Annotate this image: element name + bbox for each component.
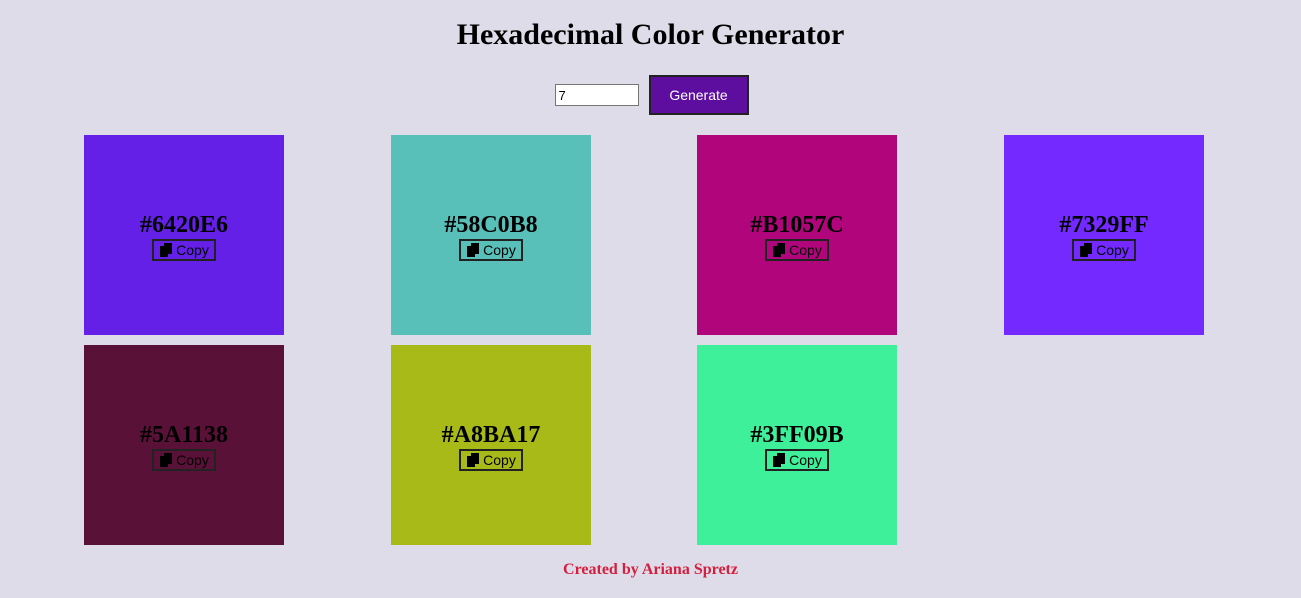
copy-icon [773, 242, 786, 257]
page-title: Hexadecimal Color Generator [456, 18, 845, 51]
copy-button[interactable]: Copy [1072, 238, 1136, 261]
color-count-input[interactable] [554, 84, 639, 106]
color-swatch: #6420E6 Copy [84, 135, 284, 335]
hex-code-label: #5A1138 [139, 421, 228, 448]
color-swatch: #58C0B8 Copy [391, 135, 591, 335]
footer-credit: Created by Ariana Spretz [563, 561, 738, 578]
copy-button[interactable]: Copy [152, 448, 216, 471]
copy-button[interactable]: Copy [459, 448, 523, 471]
copy-button-label: Copy [1096, 241, 1129, 258]
copy-button[interactable]: Copy [459, 238, 523, 261]
copy-button-label: Copy [483, 451, 516, 468]
copy-icon [160, 242, 173, 257]
hex-code-label: #3FF09B [750, 421, 844, 448]
color-swatch: #5A1138 Copy [84, 345, 284, 545]
copy-icon [467, 242, 480, 257]
hex-code-label: #58C0B8 [444, 211, 538, 238]
generate-button[interactable]: Generate [648, 75, 749, 115]
copy-button-label: Copy [176, 241, 209, 258]
generator-controls: Generate [0, 75, 1301, 115]
copy-icon [160, 452, 173, 467]
hex-code-label: #7329FF [1059, 211, 1149, 238]
copy-icon [773, 452, 786, 467]
copy-button-label: Copy [789, 241, 822, 258]
color-swatch: #B1057C Copy [697, 135, 897, 335]
copy-button-label: Copy [483, 241, 516, 258]
copy-icon [467, 452, 480, 467]
color-swatch: #A8BA17 Copy [391, 345, 591, 545]
copy-icon [1080, 242, 1093, 257]
hex-code-label: #A8BA17 [441, 421, 541, 448]
copy-button[interactable]: Copy [152, 238, 216, 261]
hex-code-label: #B1057C [750, 211, 844, 238]
color-swatch: #3FF09B Copy [697, 345, 897, 545]
page: Hexadecimal Color Generator Generate #64… [0, 0, 1301, 598]
copy-button[interactable]: Copy [765, 238, 829, 261]
hex-code-label: #6420E6 [139, 211, 228, 238]
color-swatch: #7329FF Copy [1004, 135, 1204, 335]
copy-button-label: Copy [176, 451, 209, 468]
copy-button-label: Copy [789, 451, 822, 468]
copy-button[interactable]: Copy [765, 448, 829, 471]
